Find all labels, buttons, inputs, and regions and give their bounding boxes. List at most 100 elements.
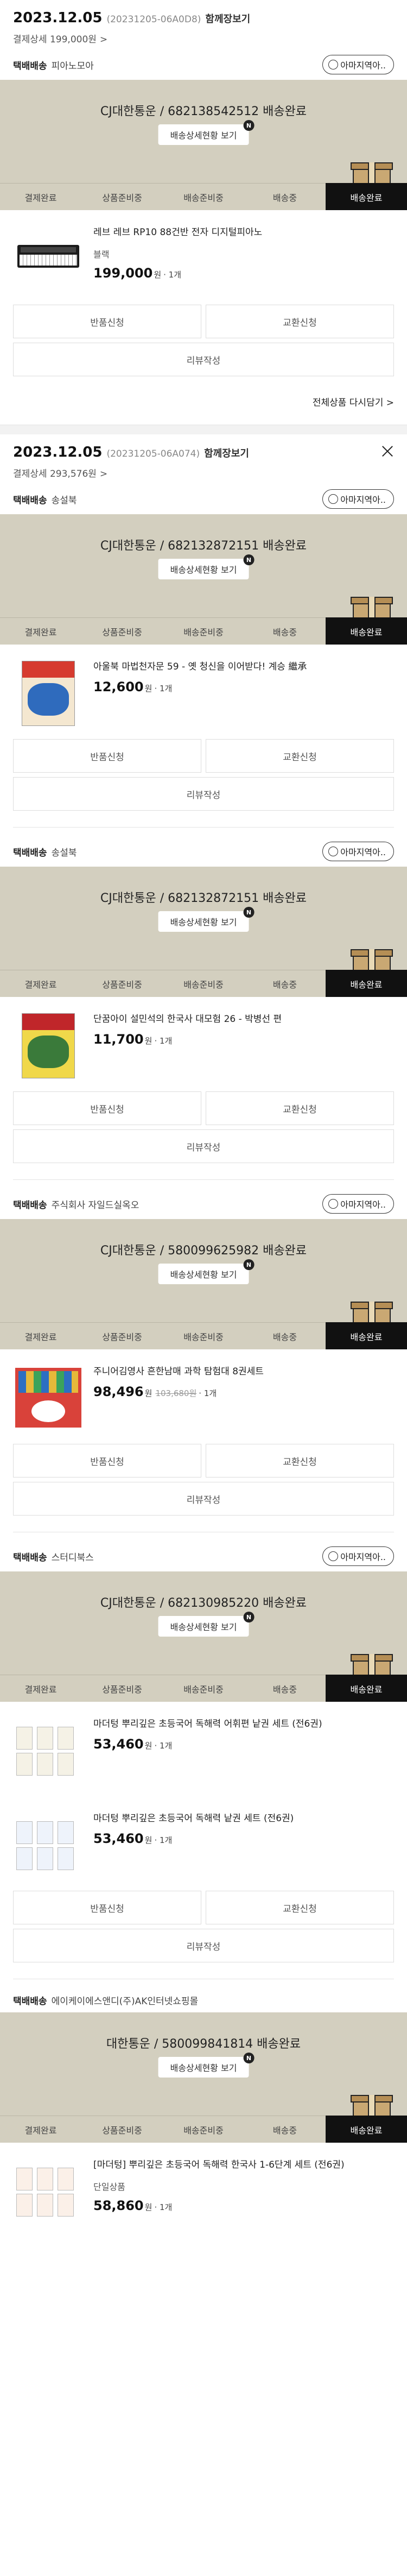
price-value: 53,460 (93, 1737, 144, 1752)
shipment-label: 택배배송 피아노모아 (13, 58, 94, 72)
quantity: · 1개 (154, 1741, 173, 1751)
step-preparing-shipping: 배송준비중 (163, 617, 244, 645)
exchange-request-button[interactable]: 교환신청 (206, 1091, 394, 1125)
step-paid: 결제완료 (0, 183, 81, 210)
product-item[interactable]: [마더텅] 뿌리깊은 초등국어 독해력 한국사 1-6단계 세트 (전6권) 단… (0, 2143, 407, 2237)
close-icon[interactable] (381, 444, 394, 457)
carrier-tracking-status: CJ대한통운 / 682132872151 배송완료 (100, 892, 307, 905)
tracking-detail-button[interactable]: 배송상세현황 보기 N (158, 1259, 255, 1284)
shipment-type: 택배배송 (13, 60, 47, 72)
order-actions: 반품신청 교환신청 리뷰작성 (0, 1891, 407, 1962)
exchange-request-button[interactable]: 교환신청 (206, 1891, 394, 1924)
shipment-header: 택배배송 에이케이에스앤디(주)AK인터넷쇼핑몰 (0, 1990, 407, 2012)
shipment-label: 택배배송 에이케이에스앤디(주)AK인터넷쇼핑몰 (13, 1993, 198, 2007)
product-item[interactable]: 레브 레브 RP10 88건반 전자 디지털피아노 블랙 199,000 원 · 1… (0, 210, 407, 305)
product-thumbnail (13, 223, 84, 294)
shipment-label: 택배배송 송설북 (13, 845, 77, 858)
exchange-request-button[interactable]: 교환신청 (206, 305, 394, 338)
inquiry-label: 아마지역아.. (340, 1199, 386, 1210)
step-preparing-shipping: 배송준비중 (163, 970, 244, 997)
payment-detail-text: 결제상세 293,576원 (13, 469, 97, 479)
shipment-divider (13, 1179, 394, 1180)
inquiry-label: 아마지역아.. (340, 60, 386, 71)
seller-inquiry-button[interactable]: 아마지역아.. (322, 842, 394, 861)
new-badge: N (243, 1612, 255, 1622)
step-paid: 결제완료 (0, 970, 81, 997)
step-preparing-product: 상품준비중 (81, 2116, 163, 2143)
seller-name: 피아노모아 (51, 60, 94, 72)
product-price: 53,460 원 · 1개 (93, 1831, 394, 1846)
seller-inquiry-button[interactable]: 아마지역아.. (322, 55, 394, 74)
carrier-tracking-status: CJ대한통운 / 580099625982 배송완료 (100, 1244, 307, 1258)
write-review-button[interactable]: 리뷰작성 (13, 343, 394, 376)
product-item[interactable]: 아울북 마법천자문 59 - 옛 청신을 이어받다! 계승 繼承 12,600 원… (0, 645, 407, 739)
tracking-detail-button[interactable]: 배송상세현황 보기 N (158, 2053, 255, 2078)
step-preparing-product: 상품준비중 (81, 1675, 163, 1702)
exchange-request-button[interactable]: 교환신청 (206, 1444, 394, 1478)
product-item[interactable]: 단꿈아이 설민석의 한국사 대모험 26 - 박병선 편 11,700 원 · 1개 (0, 997, 407, 1091)
product-price: 12,600 원 · 1개 (93, 679, 394, 694)
delivery-steps: 결제완료 상품준비중 배송준비중 배송중 배송완료 (0, 2116, 407, 2143)
product-item[interactable]: 주니어김영사 흔한남매 과학 탐험대 8권세트 98,496 원 103,680원 ·… (0, 1349, 407, 1444)
product-price: 199,000 원 · 1개 (93, 266, 394, 281)
order-card: 2023.12.05 (20231205-06A074) 함께장보기 결제상세 … (0, 434, 407, 2237)
return-request-button[interactable]: 반품신청 (13, 1891, 201, 1924)
order-combined-label: 함께장보기 (205, 14, 251, 25)
order-number: (20231205-06A0D8) (106, 14, 201, 25)
delivery-status-banner: 대한통운 / 580099841814 배송완료 배송상세현황 보기 N 결제완료… (0, 2012, 407, 2143)
new-badge: N (243, 2053, 255, 2063)
product-thumbnail (13, 1010, 84, 1081)
product-item[interactable]: 마더텅 뿌리깊은 초등국어 독해력 어휘편 낱권 세트 (전6권) 53,460… (0, 1702, 407, 1796)
order-card: 2023.12.05 (20231205-06A0D8) 함께장보기 결제상세 … (0, 0, 407, 408)
write-review-button[interactable]: 리뷰작성 (13, 1129, 394, 1163)
tracking-detail-button[interactable]: 배송상세현황 보기 N (158, 907, 255, 932)
price-value: 53,460 (93, 1831, 144, 1846)
reorder-all-link[interactable]: 전체상품 다시담기 > (0, 381, 407, 408)
seller-name: 스터디북스 (51, 1552, 94, 1563)
seller-inquiry-button[interactable]: 아마지역아.. (322, 489, 394, 509)
step-paid: 결제완료 (0, 1675, 81, 1702)
step-shipping: 배송중 (244, 2116, 326, 2143)
step-paid: 결제완료 (0, 2116, 81, 2143)
tracking-detail-button[interactable]: 배송상세현황 보기 N (158, 120, 255, 145)
write-review-button[interactable]: 리뷰작성 (13, 1929, 394, 1962)
product-option: 단일상품 (93, 2182, 125, 2192)
carrier-tracking-status: CJ대한통운 / 682138542512 배송완료 (100, 105, 307, 118)
seller-inquiry-button[interactable]: 아마지역아.. (322, 1194, 394, 1214)
payment-detail-link[interactable]: 결제상세 199,000원 > (13, 31, 394, 45)
tracking-detail-label: 배송상세현황 보기 (170, 130, 237, 141)
currency-unit: 원 (144, 2202, 152, 2212)
product-price: 11,700 원 · 1개 (93, 1032, 394, 1047)
product-name: 아울북 마법천자문 59 - 옛 청신을 이어받다! 계승 繼承 (93, 661, 307, 672)
price-value: 199,000 (93, 266, 153, 281)
tracking-detail-button[interactable]: 배송상세현황 보기 N (158, 1612, 255, 1637)
write-review-button[interactable]: 리뷰작성 (13, 1482, 394, 1516)
step-preparing-product: 상품준비중 (81, 970, 163, 997)
shipment-header: 택배배송 주식회사 자일드실옥오 아마지역아.. (0, 1191, 407, 1219)
step-preparing-product: 상품준비중 (81, 617, 163, 645)
seller-name: 주식회사 자일드실옥오 (51, 1199, 139, 1211)
step-preparing-shipping: 배송준비중 (163, 1322, 244, 1349)
shipment-type: 택배배송 (13, 1996, 47, 2007)
shipment-type: 택배배송 (13, 495, 47, 506)
product-thumbnail (13, 1362, 84, 1433)
shipment-label: 택배배송 송설북 (13, 493, 77, 506)
return-request-button[interactable]: 반품신청 (13, 739, 201, 773)
seller-inquiry-button[interactable]: 아마지역아.. (322, 1546, 394, 1566)
return-request-button[interactable]: 반품신청 (13, 1444, 201, 1478)
exchange-request-button[interactable]: 교환신청 (206, 739, 394, 773)
step-preparing-shipping: 배송준비중 (163, 1675, 244, 1702)
tracking-detail-label: 배송상세현황 보기 (170, 565, 237, 575)
return-request-button[interactable]: 반품신청 (13, 1091, 201, 1125)
delivery-steps: 결제완료 상품준비중 배송준비중 배송중 배송완료 (0, 970, 407, 997)
currency-unit: 원 (144, 684, 152, 693)
order-actions: 반품신청 교환신청 리뷰작성 (0, 1444, 407, 1516)
delivery-steps: 결제완료 상품준비중 배송준비중 배송중 배송완료 (0, 1675, 407, 1702)
new-badge: N (243, 907, 255, 918)
payment-detail-link[interactable]: 결제상세 293,576원 > (13, 466, 394, 479)
return-request-button[interactable]: 반품신청 (13, 305, 201, 338)
tracking-detail-button[interactable]: 배송상세현황 보기 N (158, 554, 255, 579)
write-review-button[interactable]: 리뷰작성 (13, 777, 394, 811)
product-item[interactable]: 마더텅 뿌리깊은 초등국어 독해력 낱권 세트 (전6권) 53,460 원 · 1… (0, 1796, 407, 1891)
chevron-right-icon: > (99, 34, 108, 45)
